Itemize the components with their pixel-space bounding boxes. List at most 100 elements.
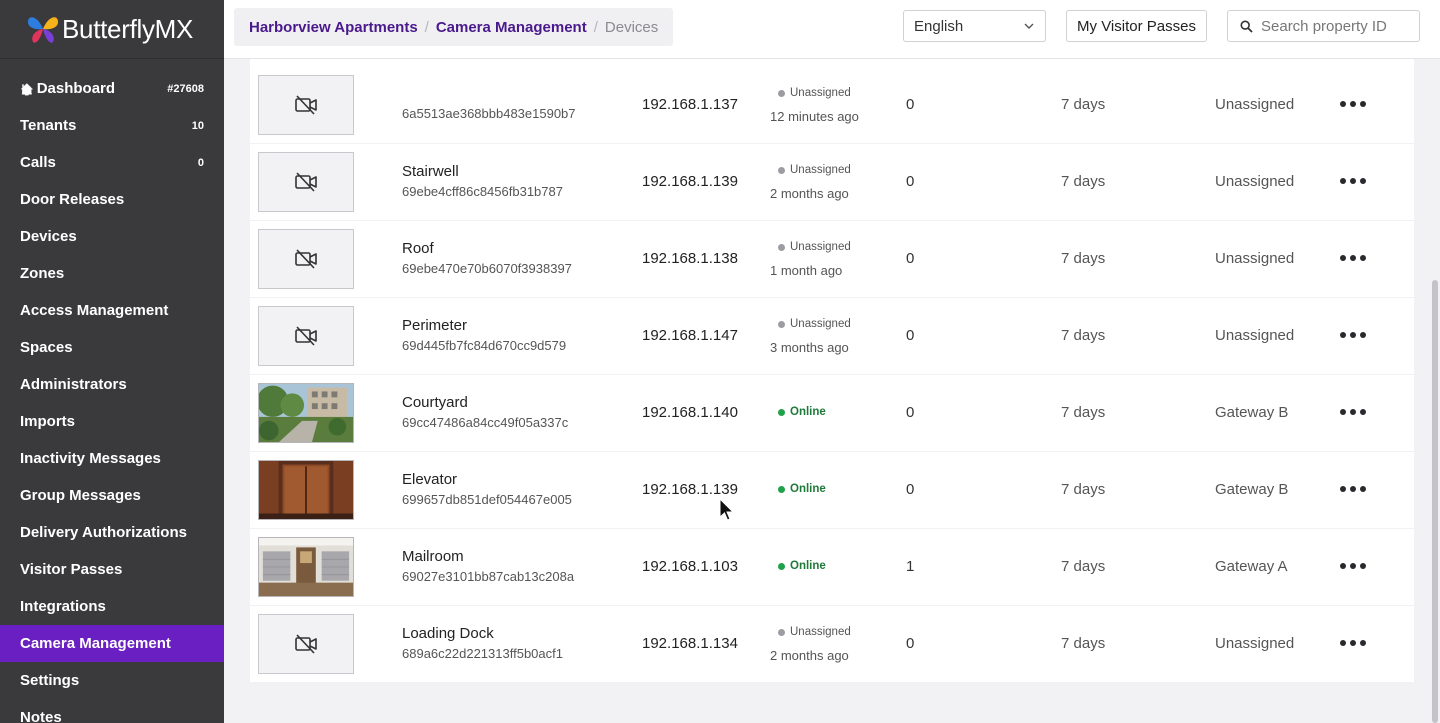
camera-count: 1 — [906, 558, 915, 575]
camera-gateway: Unassigned — [1215, 96, 1295, 113]
sidebar-item-inactivity-messages[interactable]: Inactivity Messages — [0, 440, 224, 477]
search-box[interactable] — [1227, 10, 1420, 42]
sidebar-nav: 🏠 Dashboard #27608 Tenants 10 Calls 0 Door Rele… — [0, 70, 224, 723]
camera-thumbnail[interactable] — [258, 460, 354, 520]
my-visitor-passes-button[interactable]: My Visitor Passes — [1066, 10, 1207, 42]
sidebar-item-group-messages[interactable]: Group Messages — [0, 477, 224, 514]
camera-name[interactable]: Mailroom — [402, 548, 464, 565]
camera-retention: 7 days — [1061, 558, 1106, 575]
more-dot — [1340, 332, 1346, 338]
sidebar-item-delivery-authorizations[interactable]: Delivery Authorizations — [0, 514, 224, 551]
breadcrumb-link[interactable]: Harborview Apartments — [249, 19, 418, 36]
more-horizontal-icon[interactable] — [1340, 486, 1366, 494]
camera-id: 6a5513ae368bbb483e1590b7 — [402, 106, 576, 121]
sidebar-item-integrations[interactable]: Integrations — [0, 588, 224, 625]
table-row[interactable]: 6a5513ae368bbb483e1590b7 192.168.1.137 Una… — [250, 67, 1414, 143]
table-row[interactable]: Mailroom 69027e3101bb87cab13c208a 192.168.… — [250, 529, 1414, 605]
camera-name[interactable]: Elevator — [402, 471, 457, 488]
camera-gateway: Unassigned — [1215, 250, 1295, 267]
camera-count: 0 — [906, 173, 915, 190]
status-dot-icon — [778, 562, 785, 570]
camera-name[interactable]: Perimeter — [402, 317, 467, 334]
camera-thumbnail[interactable] — [258, 152, 354, 212]
sidebar-item-door-releases[interactable]: Door Releases — [0, 181, 224, 218]
table-row[interactable]: Perimeter 69d445fb7fc84d670cc9d579 192.168… — [250, 298, 1414, 374]
sidebar-item-badge: #27608 — [167, 82, 204, 95]
sidebar-item-label-wrap: Devices — [20, 228, 77, 245]
sidebar-item-label-wrap: 🏠 Dashboard — [20, 80, 115, 97]
sidebar-item-visitor-passes[interactable]: Visitor Passes — [0, 551, 224, 588]
butterfly-logo-icon — [28, 17, 58, 43]
table-row[interactable]: Elevator 699657db851def054467e005 192.168.… — [250, 452, 1414, 528]
camera-name[interactable]: Stairwell — [402, 163, 459, 180]
more-dot — [1360, 255, 1366, 261]
brand-name: ButterflyMX — [62, 13, 194, 44]
table-row[interactable]: Courtyard 69cc47486a84cc49f05a337c 192.168… — [250, 375, 1414, 451]
status-label: Online — [790, 483, 826, 495]
sidebar-item-administrators[interactable]: Administrators — [0, 366, 224, 403]
more-dot — [1350, 563, 1356, 569]
camera-name[interactable]: Courtyard — [402, 394, 468, 411]
brand-logo[interactable]: ButterflyMX — [0, 0, 224, 59]
more-horizontal-icon[interactable] — [1340, 640, 1366, 648]
sidebar-item-devices[interactable]: Devices — [0, 218, 224, 255]
more-horizontal-icon[interactable] — [1340, 563, 1366, 571]
camera-name[interactable]: Roof — [402, 240, 434, 257]
sidebar-item-label-wrap: Notes — [20, 709, 62, 723]
sidebar-item-calls[interactable]: Calls 0 — [0, 144, 224, 181]
camera-thumbnail[interactable] — [258, 383, 354, 443]
sidebar-item-camera-management[interactable]: Camera Management — [0, 625, 224, 662]
sidebar-item-label: Notes — [20, 709, 62, 723]
sidebar-item-dashboard[interactable]: 🏠 Dashboard #27608 — [0, 70, 224, 107]
status-badge: Online — [778, 483, 826, 495]
sidebar-item-notes[interactable]: Notes — [0, 699, 224, 723]
camera-thumbnail[interactable] — [258, 537, 354, 597]
sidebar-item-label: Group Messages — [20, 487, 141, 504]
status-badge: Unassigned — [778, 318, 851, 330]
status-dot-icon — [778, 628, 785, 636]
sidebar-item-access-management[interactable]: Access Management — [0, 292, 224, 329]
search-input[interactable] — [1261, 17, 1411, 35]
sidebar-item-spaces[interactable]: Spaces — [0, 329, 224, 366]
sidebar-item-tenants[interactable]: Tenants 10 — [0, 107, 224, 144]
sidebar-item-label-wrap: Imports — [20, 413, 75, 430]
camera-retention: 7 days — [1061, 173, 1106, 190]
breadcrumb-link[interactable]: Camera Management — [436, 19, 587, 36]
scrollbar[interactable] — [1432, 280, 1438, 723]
camera-thumbnail[interactable] — [258, 306, 354, 366]
camera-ip-address: 192.168.1.134 — [642, 635, 738, 652]
camera-name[interactable]: Loading Dock — [402, 625, 494, 642]
sidebar-item-label-wrap: Group Messages — [20, 487, 141, 504]
sidebar-item-imports[interactable]: Imports — [0, 403, 224, 440]
sidebar-item-label: Settings — [20, 672, 80, 689]
camera-retention: 7 days — [1061, 96, 1106, 113]
sidebar-item-label-wrap: Integrations — [20, 598, 106, 615]
language-select[interactable]: English — [903, 10, 1046, 42]
more-dot — [1360, 640, 1366, 646]
sidebar-item-label: Integrations — [20, 598, 106, 615]
sidebar-item-label: Imports — [20, 413, 76, 430]
sidebar-item-settings[interactable]: Settings — [0, 662, 224, 699]
sidebar-item-label: Tenants — [20, 117, 77, 134]
more-horizontal-icon[interactable] — [1340, 255, 1366, 263]
more-horizontal-icon[interactable] — [1340, 178, 1366, 186]
status-dot-icon — [778, 320, 785, 328]
more-horizontal-icon[interactable] — [1340, 409, 1366, 417]
camera-thumbnail[interactable] — [258, 229, 354, 289]
table-row[interactable]: Roof 69ebe470e70b6070f3938397 192.168.1.13… — [250, 221, 1414, 297]
status-time: 3 months ago — [770, 340, 849, 355]
sidebar-item-zones[interactable]: Zones — [0, 255, 224, 292]
status-time: 2 months ago — [770, 648, 849, 663]
sidebar-item-label: Administrators — [20, 376, 127, 393]
sidebar-item-label: Zones — [20, 265, 65, 282]
camera-thumbnail[interactable] — [258, 75, 354, 135]
more-horizontal-icon[interactable] — [1340, 332, 1366, 340]
more-horizontal-icon[interactable] — [1340, 101, 1366, 109]
breadcrumb-separator: / — [424, 18, 429, 36]
camera-thumbnail[interactable] — [258, 614, 354, 674]
camera-retention: 7 days — [1061, 481, 1106, 498]
more-dot — [1350, 640, 1356, 646]
camera-retention: 7 days — [1061, 327, 1106, 344]
table-row[interactable]: Loading Dock 689a6c22d221313ff5b0acf1 192.… — [250, 606, 1414, 682]
table-row[interactable]: Stairwell 69ebe4cff86c8456fb31b787 192.168… — [250, 144, 1414, 220]
